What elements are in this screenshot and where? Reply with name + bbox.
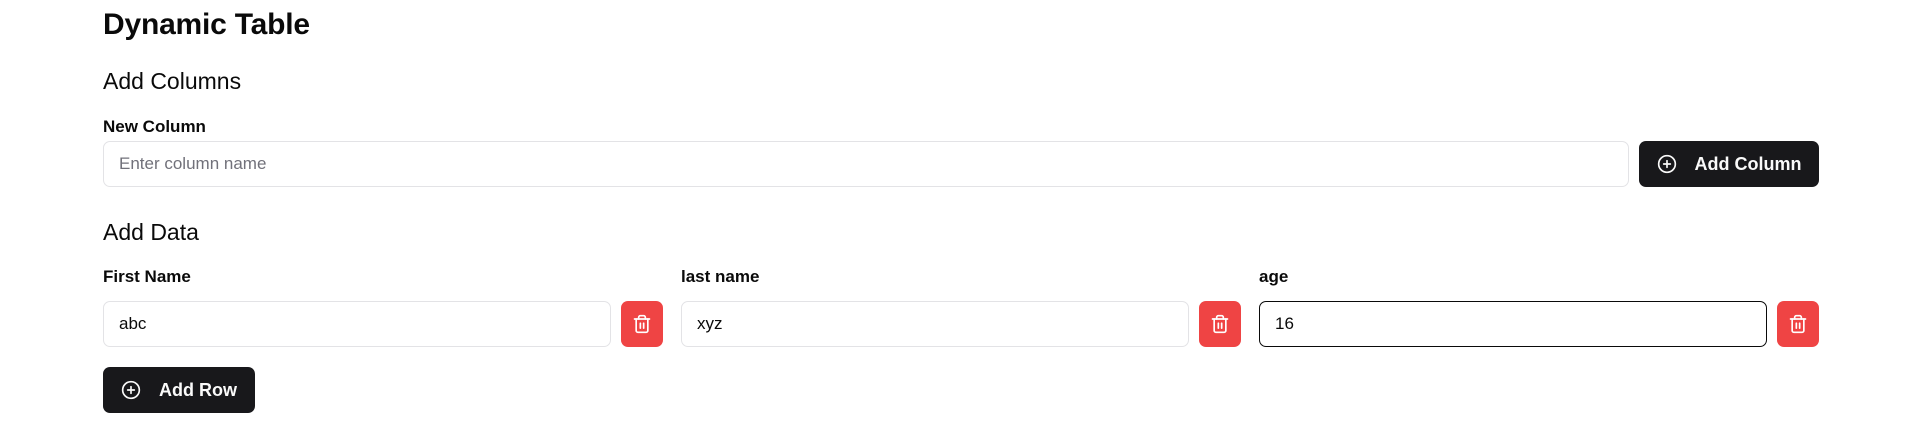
first-name-input[interactable] [103,301,611,347]
trash-icon [632,314,652,334]
dynamic-table-page: Dynamic Table Add Columns New Column Add… [0,0,1913,435]
age-input[interactable] [1259,301,1767,347]
add-column-button-label: Add Column [1694,153,1802,174]
add-column-button[interactable]: Add Column [1639,141,1819,187]
add-row-button-label: Add Row [159,379,237,400]
delete-column-last-name-button[interactable] [1199,301,1241,347]
plus-circle-icon [1657,154,1677,174]
last-name-input[interactable] [681,301,1189,347]
add-columns-heading: Add Columns [103,68,242,94]
trash-icon [1210,314,1230,334]
delete-column-age-button[interactable] [1777,301,1819,347]
new-column-input[interactable] [103,141,1629,187]
delete-column-first-name-button[interactable] [621,301,663,347]
page-title: Dynamic Table [103,8,310,41]
column-label-age: age [1259,267,1289,286]
add-data-heading: Add Data [103,219,199,245]
column-label-first-name: First Name [103,267,191,286]
trash-icon [1788,314,1808,334]
plus-circle-icon [121,380,141,400]
add-row-button[interactable]: Add Row [103,367,255,413]
column-label-last-name: last name [681,267,760,286]
new-column-label: New Column [103,117,206,136]
